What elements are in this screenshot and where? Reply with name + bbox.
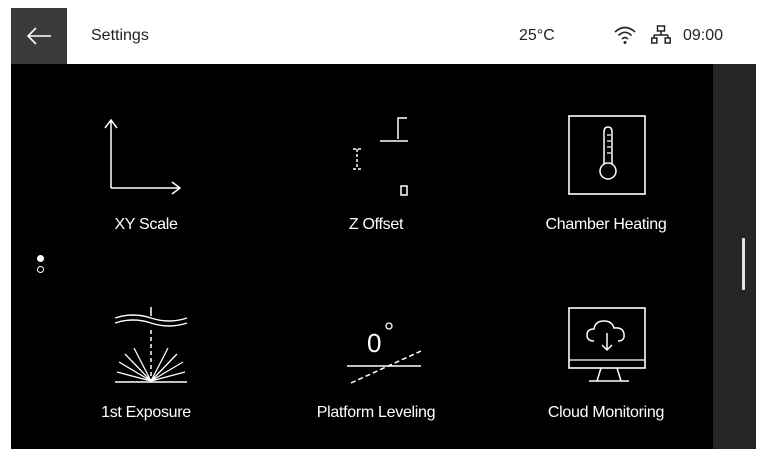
printer-screen: Settings 25°C 09:00 XY Scale Z Offset Ch… <box>11 8 756 449</box>
page-title: Settings <box>91 27 149 44</box>
leveling-angle-icon: 0 <box>347 322 421 384</box>
thermometer-icon <box>568 115 646 195</box>
tile-label: XY Scale <box>114 216 178 233</box>
back-arrow-icon <box>26 27 51 45</box>
z-offset-icon <box>353 117 408 196</box>
tile-label: Z Offset <box>348 216 404 233</box>
tile-chamber-heating[interactable]: Chamber Heating <box>511 108 701 278</box>
tile-label: Platform Leveling <box>316 404 436 421</box>
tile-label: Cloud Monitoring <box>547 404 665 421</box>
page-dot-active[interactable] <box>37 255 44 262</box>
tile-cloud-monitoring[interactable]: Cloud Monitoring <box>511 304 701 449</box>
tile-label: Chamber Heating <box>545 216 667 233</box>
tile-xy-scale[interactable]: XY Scale <box>51 108 241 278</box>
temperature-readout: 25°C <box>519 27 555 44</box>
cloud-monitor-icon <box>568 307 646 382</box>
back-button[interactable] <box>11 8 67 64</box>
network-icon <box>651 25 671 44</box>
tile-platform-leveling[interactable]: 0 Platform Leveling <box>281 304 471 449</box>
scroll-track <box>713 64 756 449</box>
top-bar: Settings 25°C 09:00 <box>11 8 756 64</box>
wifi-icon <box>614 26 636 44</box>
scrollbar-thumb[interactable] <box>742 238 745 290</box>
clock: 09:00 <box>683 27 724 44</box>
exposure-icon <box>114 307 188 383</box>
page-dot[interactable] <box>37 266 44 273</box>
svg-text:0: 0 <box>367 328 381 358</box>
tile-1st-exposure[interactable]: 1st Exposure <box>51 304 241 449</box>
xy-axis-icon <box>104 118 182 195</box>
tile-label: 1st Exposure <box>101 404 191 421</box>
tile-z-offset[interactable]: Z Offset <box>281 108 471 278</box>
page-indicator <box>37 255 45 277</box>
